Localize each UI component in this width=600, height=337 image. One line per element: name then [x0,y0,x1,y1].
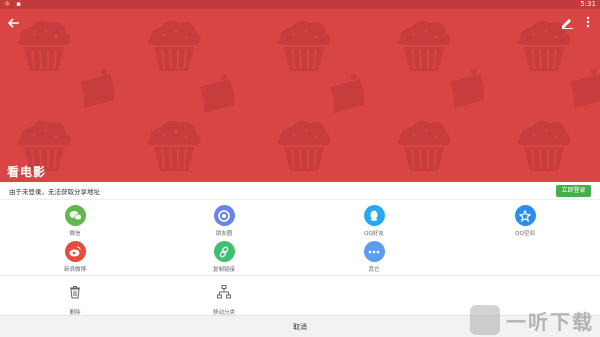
share-wechat[interactable]: 微信 [40,205,110,237]
trash-icon [70,286,80,299]
qq-icon [363,205,385,226]
link-icon [213,241,235,262]
divider [0,275,600,276]
share-qq[interactable]: QQ好友 [339,205,409,237]
more-vert-icon[interactable] [584,15,592,29]
login-button[interactable]: 立即登录 [556,185,591,197]
status-time: 5:31 [580,0,596,8]
login-notice-bar: 由于未登录，无法获取分享地址 立即登录 [0,182,600,200]
watermark: 一听下载 [470,305,594,335]
edit-pencil-icon[interactable] [560,15,574,29]
share-label: 微信 [69,231,81,237]
page-title: 看电影 [7,165,47,179]
share-moments[interactable]: 朋友圈 [189,205,259,237]
moments-icon [213,205,235,226]
move-category-icon [217,285,231,299]
status-icons: ☼ ▪ [4,0,21,9]
delete-button[interactable]: 删除 [40,284,110,316]
watermark-text: 一听下载 [506,309,594,334]
share-label: 新浪微博 [63,267,86,273]
more-dots-icon [363,241,385,262]
hero-banner: 看电影 [0,9,600,182]
share-qzone[interactable]: QQ空间 [490,205,560,237]
status-bar: ☼ ▪ 5:31 [0,0,600,9]
share-label: QQ好友 [364,231,384,237]
share-label: QQ空间 [515,231,535,237]
back-arrow-icon[interactable] [6,15,22,31]
qzone-star-icon [514,205,536,226]
notification-icon: ▪ [16,0,22,8]
share-label: 朋友圈 [215,231,233,237]
share-copy-link[interactable]: 复制链接 [189,241,259,273]
share-other[interactable]: 其它 [339,241,409,273]
weibo-icon [64,241,86,262]
login-notice-text: 由于未登录，无法获取分享地址 [9,188,100,196]
share-label: 复制链接 [212,267,235,273]
share-weibo[interactable]: 新浪微博 [40,241,110,273]
cupcake-pattern [16,19,600,172]
wechat-icon [64,205,86,226]
watermark-logo [470,305,500,335]
brightness-icon: ☼ [4,0,11,8]
share-label: 其它 [368,267,380,273]
move-category-button[interactable]: 移动分类 [189,284,259,316]
